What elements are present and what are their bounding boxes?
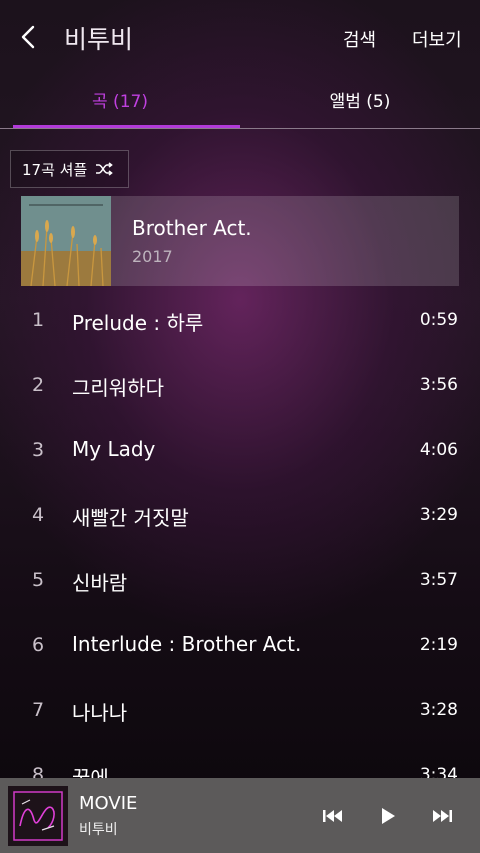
now-playing-cover	[8, 786, 68, 846]
track-duration: 0:59	[419, 310, 458, 330]
skip-next-icon	[433, 810, 452, 822]
track-title: Prelude : 하루	[72, 311, 204, 335]
track-number: 5	[31, 569, 45, 591]
track-number: 1	[31, 309, 45, 331]
search-button[interactable]: 검색	[343, 26, 376, 52]
album-header-card[interactable]: Brother Act. 2017	[21, 196, 459, 286]
track-row[interactable]: 8 꿈에 3:34	[0, 743, 480, 778]
album-year: 2017	[132, 247, 173, 266]
track-row[interactable]: 3 My Lady 4:06	[0, 418, 480, 483]
shuffle-icon	[96, 162, 114, 176]
now-playing-cover-art	[8, 786, 68, 846]
back-button[interactable]	[14, 22, 44, 52]
track-row[interactable]: 5 신바람 3:57	[0, 548, 480, 613]
track-duration: 4:06	[419, 440, 458, 460]
track-duration: 3:29	[419, 505, 458, 525]
track-row[interactable]: 4 새빨간 거짓말 3:29	[0, 483, 480, 548]
tab-albums[interactable]: 앨범 (5)	[240, 78, 480, 128]
track-title: 그리워하다	[72, 376, 164, 400]
shuffle-label: 17곡 셔플	[22, 160, 88, 179]
track-duration: 3:28	[419, 700, 458, 720]
now-playing-artist: 비투비	[79, 822, 118, 838]
track-row[interactable]: 1 Prelude : 하루 0:59	[0, 288, 480, 353]
track-number: 7	[31, 699, 45, 721]
track-duration: 3:57	[419, 570, 458, 590]
track-row[interactable]: 2 그리워하다 3:56	[0, 353, 480, 418]
next-track-button[interactable]	[429, 802, 457, 830]
page-title: 비투비	[64, 25, 134, 54]
track-number: 2	[31, 374, 45, 396]
more-button[interactable]: 더보기	[412, 26, 462, 52]
track-title: 나나나	[72, 701, 128, 725]
track-number: 8	[31, 764, 45, 778]
play-button[interactable]	[374, 802, 402, 830]
track-title: 꿈에	[72, 766, 109, 778]
tab-divider	[0, 128, 480, 129]
tab-bar: 곡 (17) 앨범 (5)	[0, 78, 480, 130]
track-title: My Lady	[72, 437, 156, 461]
back-arrow-icon	[21, 25, 35, 49]
track-title: Interlude : Brother Act.	[72, 632, 302, 656]
track-list: 1 Prelude : 하루 0:59 2 그리워하다 3:56 3 My La…	[0, 288, 480, 778]
track-duration: 2:19	[419, 635, 458, 655]
track-duration: 3:34	[419, 765, 458, 778]
shuffle-all-button[interactable]: 17곡 셔플	[10, 150, 129, 188]
album-cover-art	[21, 196, 111, 286]
now-playing-title: MOVIE	[79, 793, 138, 814]
tab-songs[interactable]: 곡 (17)	[0, 78, 240, 128]
track-number: 6	[31, 634, 45, 656]
track-title: 새빨간 거짓말	[72, 506, 189, 530]
track-number: 3	[31, 439, 45, 461]
play-icon	[382, 808, 395, 824]
mini-player[interactable]: MOVIE 비투비	[0, 778, 480, 853]
track-row[interactable]: 6 Interlude : Brother Act. 2:19	[0, 613, 480, 678]
skip-previous-icon	[323, 810, 342, 822]
album-title: Brother Act.	[132, 216, 252, 240]
track-row[interactable]: 7 나나나 3:28	[0, 678, 480, 743]
album-cover	[21, 196, 111, 286]
track-duration: 3:56	[419, 375, 458, 395]
track-number: 4	[31, 504, 45, 526]
previous-track-button[interactable]	[318, 802, 346, 830]
app-header: 비투비 검색 더보기	[0, 0, 480, 76]
track-title: 신바람	[72, 571, 128, 595]
